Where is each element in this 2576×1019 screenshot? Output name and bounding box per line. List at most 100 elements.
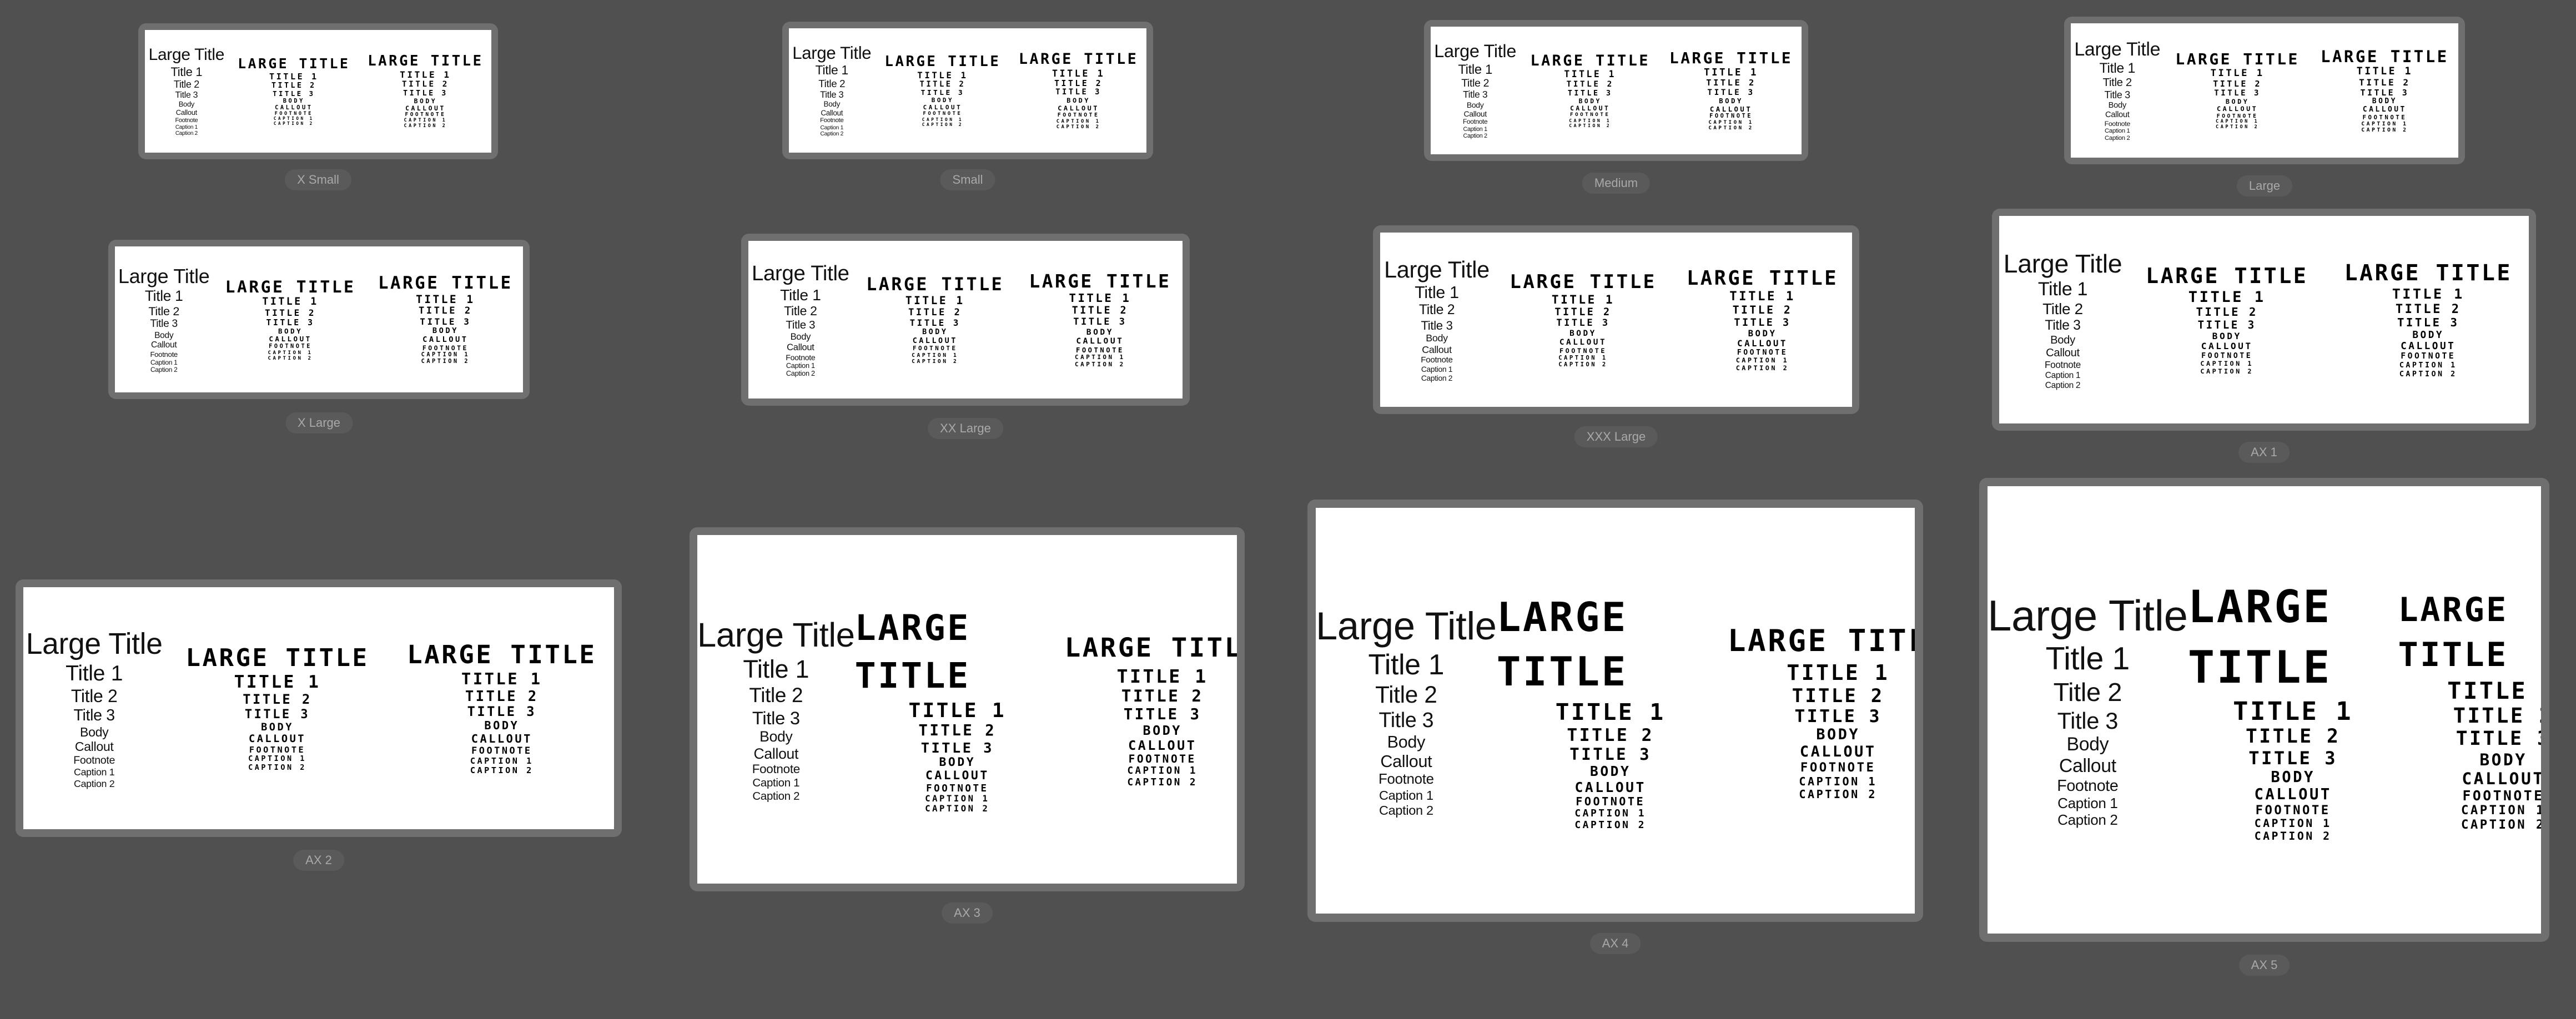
style-sample-title-3: TITLE 3 [1794,707,1881,727]
style-sample-caption-1: Caption 1 [1378,788,1433,803]
style-sample-title-1: TITLE 1 [1704,67,1759,79]
style-sample-footnote: FOOTNOTE [471,745,532,756]
style-sample-large-title: Large Title [1384,256,1490,283]
style-sample-body: BODY [1748,327,1777,339]
preview-frame-xxx-large: Large Title Title 1 Title 2 Title 3 Body Call… [1373,225,1859,414]
style-sample-large-title: LARGE TITLE [238,56,350,72]
style-sample-title-3: Title 3 [1463,89,1488,100]
style-sample-title-3: TITLE 3 [467,704,537,720]
style-sample-large-title: Large Title [697,616,855,654]
style-sample-body: BODY [922,328,948,337]
pixel-font-column-alt: LARGE TITLETITLE 1TITLE 2TITLE 3BODYCALL… [1673,267,1852,372]
style-sample-title-1: TITLE 1 [1787,660,1890,685]
style-sample-callout: CALLOUT [1128,738,1197,754]
style-sample-title-2: TITLE 2 [418,305,472,317]
style-sample-caption-2: CAPTION 2 [1127,776,1198,788]
style-sample-body: BODY [1066,96,1090,104]
style-sample-footnote: Footnote [150,350,178,359]
style-sample-caption-1: Caption 1 [2057,794,2118,811]
size-label-ax-1: AX 1 [2238,442,2290,463]
style-sample-callout: Callout [821,108,843,117]
style-sample-title-3: TITLE 3 [403,89,448,98]
preview-frame-xx-large: Large Title Title 1 Title 2 Title 3 Body Call… [741,234,1190,406]
style-sample-callout: CALLOUT [1076,336,1124,346]
style-sample-caption-1: CAPTION 1 [1558,355,1608,362]
style-sample-large-title: LARGE TITLE [2398,590,2508,674]
style-sample-title-3: TITLE 3 [1123,705,1201,723]
style-sample-body: Body [178,100,195,109]
style-sample-caption-2: CAPTION 2 [1569,122,1612,128]
style-sample-body: BODY [2479,750,2527,769]
style-sample-title-2: TITLE 2 [2395,301,2461,316]
style-sample-body: BODY [283,97,305,104]
style-sample-body: BODY [2372,97,2397,105]
style-sample-caption-2: Caption 2 [2105,134,2130,142]
style-sample-large-title: LARGE TITLE [185,643,369,672]
style-sample-callout: CALLOUT [1559,338,1607,347]
style-sample-title-3: TITLE 3 [244,707,310,722]
style-sample-caption-2: CAPTION 2 [1558,361,1608,369]
style-sample-title-2: TITLE 2 [1732,304,1793,317]
style-sample-footnote: FOOTNOTE [1128,753,1196,765]
style-sample-large-title: LARGE TITLE [884,53,1001,70]
preview-screen: Large Title Title 1 Title 2 Title 3 Body Call… [1380,233,1852,407]
preview-screen: Large Title Title 1 Title 2 Title 3 Body Call… [2071,23,2458,158]
style-sample-caption-1: CAPTION 1 [248,754,306,764]
style-sample-large-title: LARGE TITLE [1669,49,1793,68]
style-sample-footnote: FOOTNOTE [1800,760,1876,775]
style-sample-large-title: LARGE TITLE [225,277,356,296]
style-sample-large-title: Large Title [1434,41,1517,62]
style-sample-body: BODY [1569,329,1597,338]
style-sample-title-2: TITLE 2 [2359,77,2411,88]
style-sample-callout: CALLOUT [249,733,306,745]
style-sample-title-1: TITLE 1 [269,71,319,82]
style-sample-caption-2: Caption 2 [2045,380,2081,390]
style-sample-title-2: TITLE 2 [1121,687,1204,706]
style-sample-title-2: TITLE 2 [1566,80,1614,89]
style-sample-title-2: TITLE 2 [1554,306,1612,318]
preview-screen: Large Title Title 1 Title 2 Title 3 Body Call… [1431,27,1802,154]
style-sample-title-2: TITLE 2 [401,80,449,89]
style-sample-title-1: Title 1 [1368,648,1445,681]
style-sample-title-3: Title 3 [73,706,115,724]
style-sample-caption-1: CAPTION 1 [1799,774,1877,788]
style-sample-title-2: TITLE 2 [1706,78,1756,88]
style-sample-caption-2: CAPTION 2 [273,120,314,126]
style-sample-callout: CALLOUT [925,769,989,783]
style-sample-title-3: Title 3 [2057,707,2119,734]
style-sample-callout: Callout [74,739,114,754]
style-sample-title-2: Title 2 [1418,302,1455,318]
pixel-font-column: LARGE TITLE TITLE 1 TITLE 2 TITLE 3 BODY CALL… [228,56,360,126]
style-sample-large-title: LARGE TITLE [1064,633,1237,664]
style-sample-title-1: Title 1 [815,63,849,78]
style-sample-callout: CALLOUT [2462,769,2541,788]
style-sample-callout: Callout [1380,751,1432,771]
style-sample-callout: CALLOUT [1709,105,1753,113]
style-sample-caption-1: CAPTION 1 [421,351,470,358]
style-sample-large-title: LARGE TITLE [1510,270,1657,293]
preview-screen: Large Title Title 1 Title 2 Title 3 Body Call… [789,28,1146,153]
style-sample-title-1: Title 1 [743,655,809,684]
pixel-font-column: LARGE TITLE TITLE 1 TITLE 2 TITLE 3 BODY CALL… [875,54,1011,127]
style-sample-callout: Callout [151,340,177,350]
style-sample-body: BODY [432,326,459,336]
style-sample-title-1: TITLE 1 [1564,69,1617,80]
preview-screen: Large Title Title 1 Title 2 Title 3 Body Call… [748,241,1183,398]
style-sample-body: Body [1387,732,1426,751]
style-sample-title-3: TITLE 3 [1055,87,1102,97]
pixel-font-column-alt: LARGE TITLETITLE 1TITLE 2TITLE 3BODYCALL… [1724,621,1915,801]
style-sample-title-1: TITLE 1 [2392,285,2464,302]
style-sample-large-title: LARGE TITLE [1727,623,1915,659]
style-sample-title-3: Title 3 [150,318,178,330]
style-sample-title-2: TITLE 2 [1071,305,1129,317]
style-sample-title-1: TITLE 1 [416,292,475,306]
style-sample-title-1: Title 1 [1458,62,1492,77]
style-sample-callout: CALLOUT [2401,341,2456,352]
style-sample-body: Body [2050,334,2075,346]
style-sample-large-title: LARGE TITLE [1029,270,1171,292]
style-sample-title-2: Title 2 [173,79,199,90]
style-sample-title-3: TITLE 3 [2360,87,2409,98]
style-sample-large-title: LARGE TITLE [1496,594,1628,695]
style-sample-title-2: TITLE 2 [919,79,966,89]
style-sample-title-1: Title 1 [170,64,203,79]
